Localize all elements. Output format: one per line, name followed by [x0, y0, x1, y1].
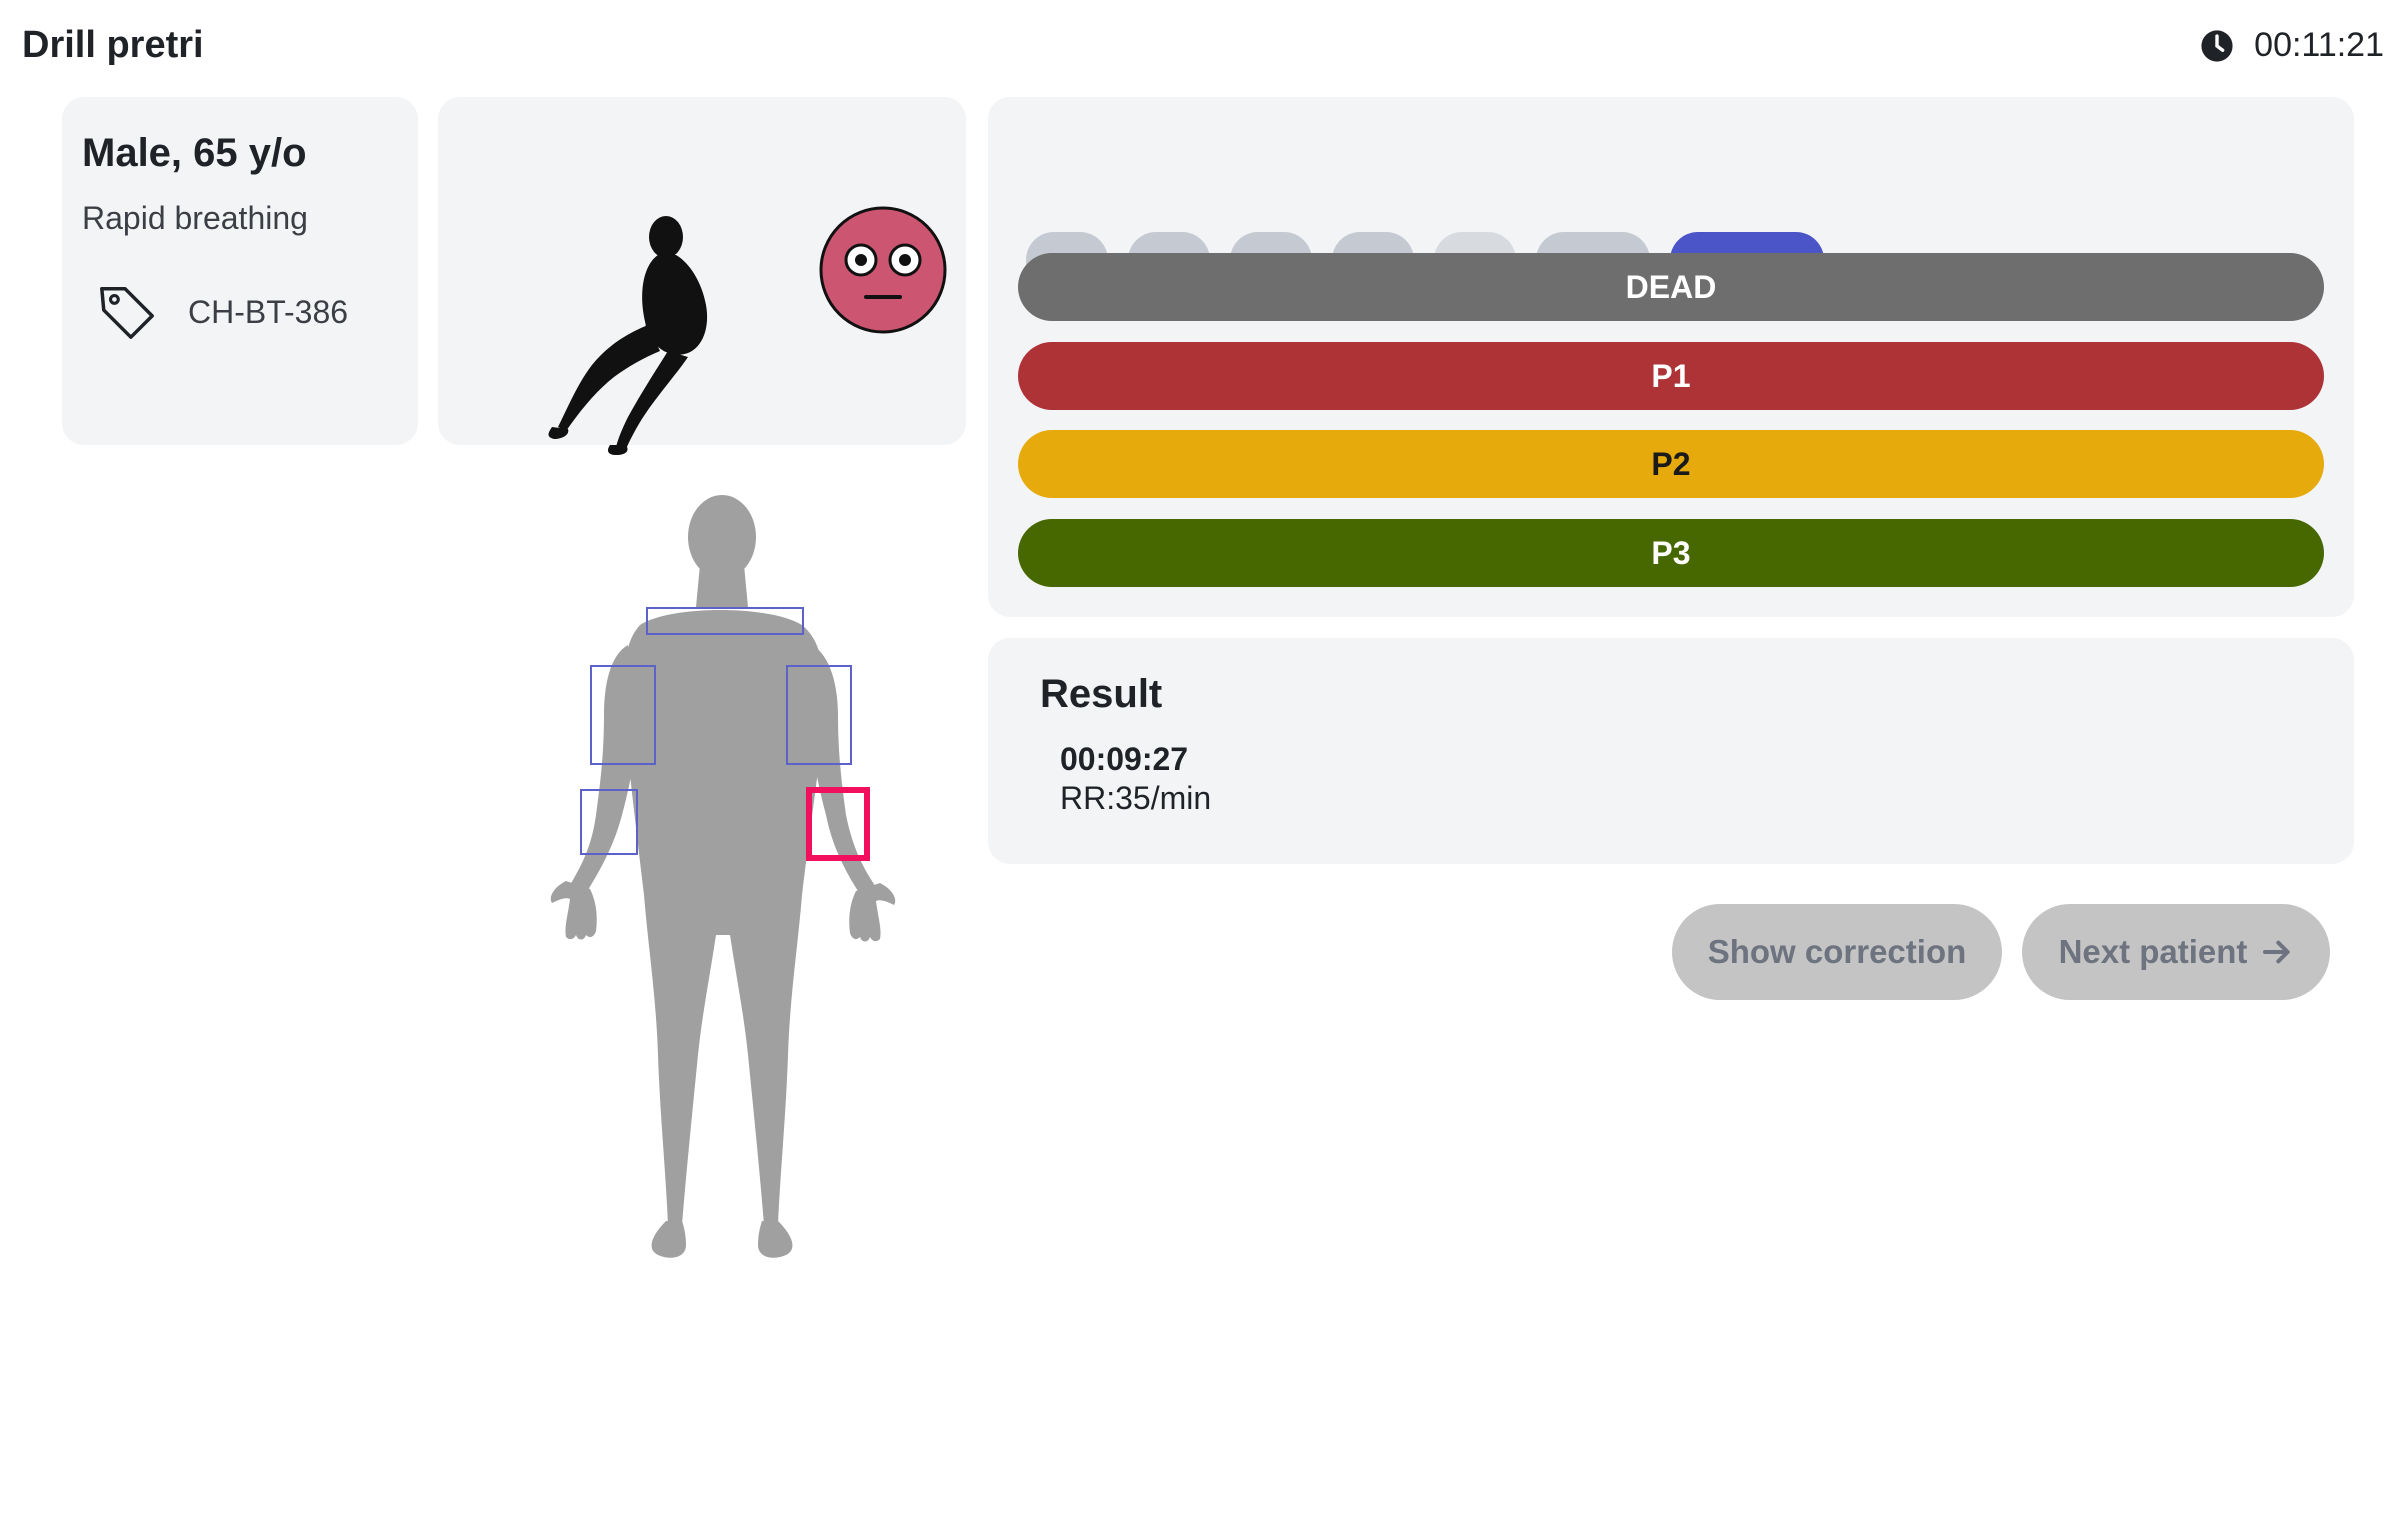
timer: 00:11:21	[2200, 26, 2384, 65]
next-patient-button[interactable]: Next patient	[2022, 904, 2330, 1000]
result-card: Result 00:09:27 RR:35/min	[988, 638, 2354, 864]
arrow-right-icon	[2263, 940, 2291, 964]
timer-value: 00:11:21	[2254, 26, 2384, 64]
zone-left-upper-arm[interactable]	[786, 665, 852, 765]
patient-tag: CH-BT-386	[82, 281, 398, 343]
triage-dead-button[interactable]: DEAD	[1018, 253, 2324, 321]
patient-symptom: Rapid breathing	[82, 200, 308, 236]
triage-p1-button[interactable]: P1	[1018, 342, 2324, 410]
zone-right-forearm[interactable]	[580, 789, 638, 855]
triage-p3-button[interactable]: P3	[1018, 519, 2324, 587]
show-correction-label: Show correction	[1707, 933, 1967, 970]
tag-id: CH-BT-386	[188, 293, 349, 330]
result-time: 00:09:27	[1060, 741, 1189, 777]
patient-name-age: Male, 65 y/o	[82, 131, 307, 175]
triage-p2-button[interactable]: P2	[1018, 430, 2324, 498]
result-title: Result	[1040, 672, 1163, 716]
zone-neck[interactable]	[646, 607, 804, 635]
patient-info-card: Male, 65 y/o Rapid breathing CH-BT-386	[62, 97, 418, 445]
next-patient-label: Next patient	[2058, 933, 2248, 970]
neutral-face-icon	[819, 206, 947, 334]
zone-right-upper-arm[interactable]	[590, 665, 656, 765]
body-map	[540, 495, 910, 1265]
sitting-person-icon	[548, 216, 708, 455]
zone-left-forearm-selected[interactable]	[806, 787, 870, 861]
tag-icon	[100, 287, 154, 339]
posture-card	[438, 97, 966, 455]
result-value: RR:35/min	[1060, 780, 1212, 816]
show-correction-button[interactable]: Show correction	[1672, 904, 2002, 1000]
app-title: Drill pretri	[22, 24, 204, 66]
clock-icon	[2201, 29, 2233, 62]
triage-card: A B C D E Talk Triage DEAD P1 P2 P3	[988, 97, 2354, 617]
